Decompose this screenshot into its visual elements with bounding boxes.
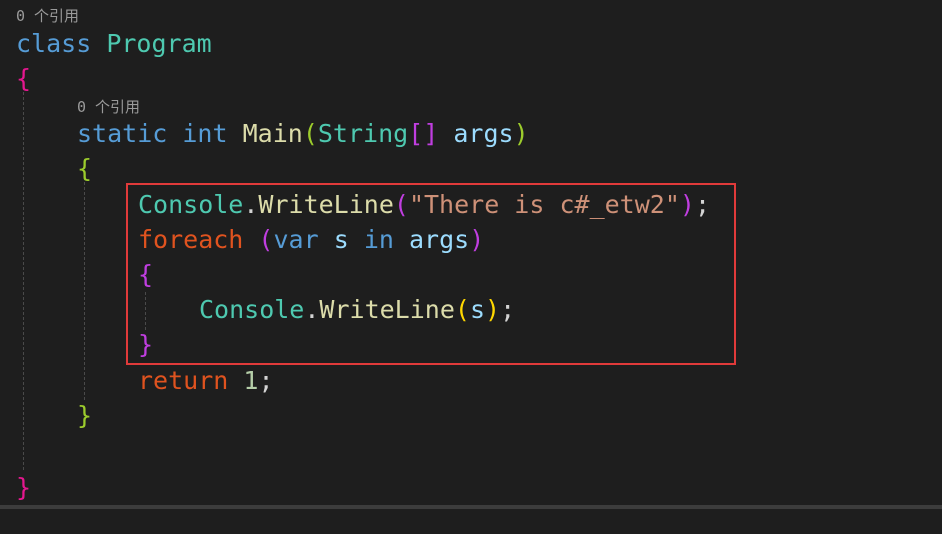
param-name: args (453, 119, 514, 148)
brace-close: } (77, 401, 93, 430)
code-line-class-open-brace: { (16, 61, 31, 96)
keyword-static: static (77, 119, 168, 148)
code-line-class-declaration: class Program (16, 26, 212, 61)
keyword-return: return (138, 366, 229, 395)
indent-guide-method (84, 182, 85, 400)
return-value: 1 (243, 366, 259, 395)
paren-open: ( (302, 119, 318, 148)
code-editor[interactable]: 0 个引用 class Program { 0 个引用 static int M… (0, 0, 942, 534)
code-line-method-close-brace: } (77, 398, 92, 433)
keyword-class: class (16, 29, 92, 58)
method-name: Main (242, 119, 303, 148)
brace-open: { (16, 64, 32, 93)
code-lens-class-references[interactable]: 0 个引用 (16, 7, 79, 25)
class-name: Program (106, 29, 212, 58)
highlight-annotation-box (126, 183, 736, 365)
code-line-return: return 1; (138, 363, 274, 398)
editor-bottom-border (0, 505, 942, 509)
code-lens-method-references[interactable]: 0 个引用 (77, 98, 140, 116)
code-line-class-close-brace: } (16, 470, 31, 505)
indent-guide-class (23, 92, 24, 470)
brace-open: { (77, 154, 93, 183)
paren-close: ) (513, 119, 529, 148)
brace-close: } (16, 473, 32, 502)
code-line-method-open-brace: { (77, 151, 92, 186)
code-line-method-signature: static int Main(String[] args) (77, 116, 529, 151)
keyword-int: int (182, 119, 228, 148)
semicolon: ; (258, 366, 274, 395)
array-brackets: [] (408, 119, 439, 148)
param-type: String (317, 119, 409, 148)
